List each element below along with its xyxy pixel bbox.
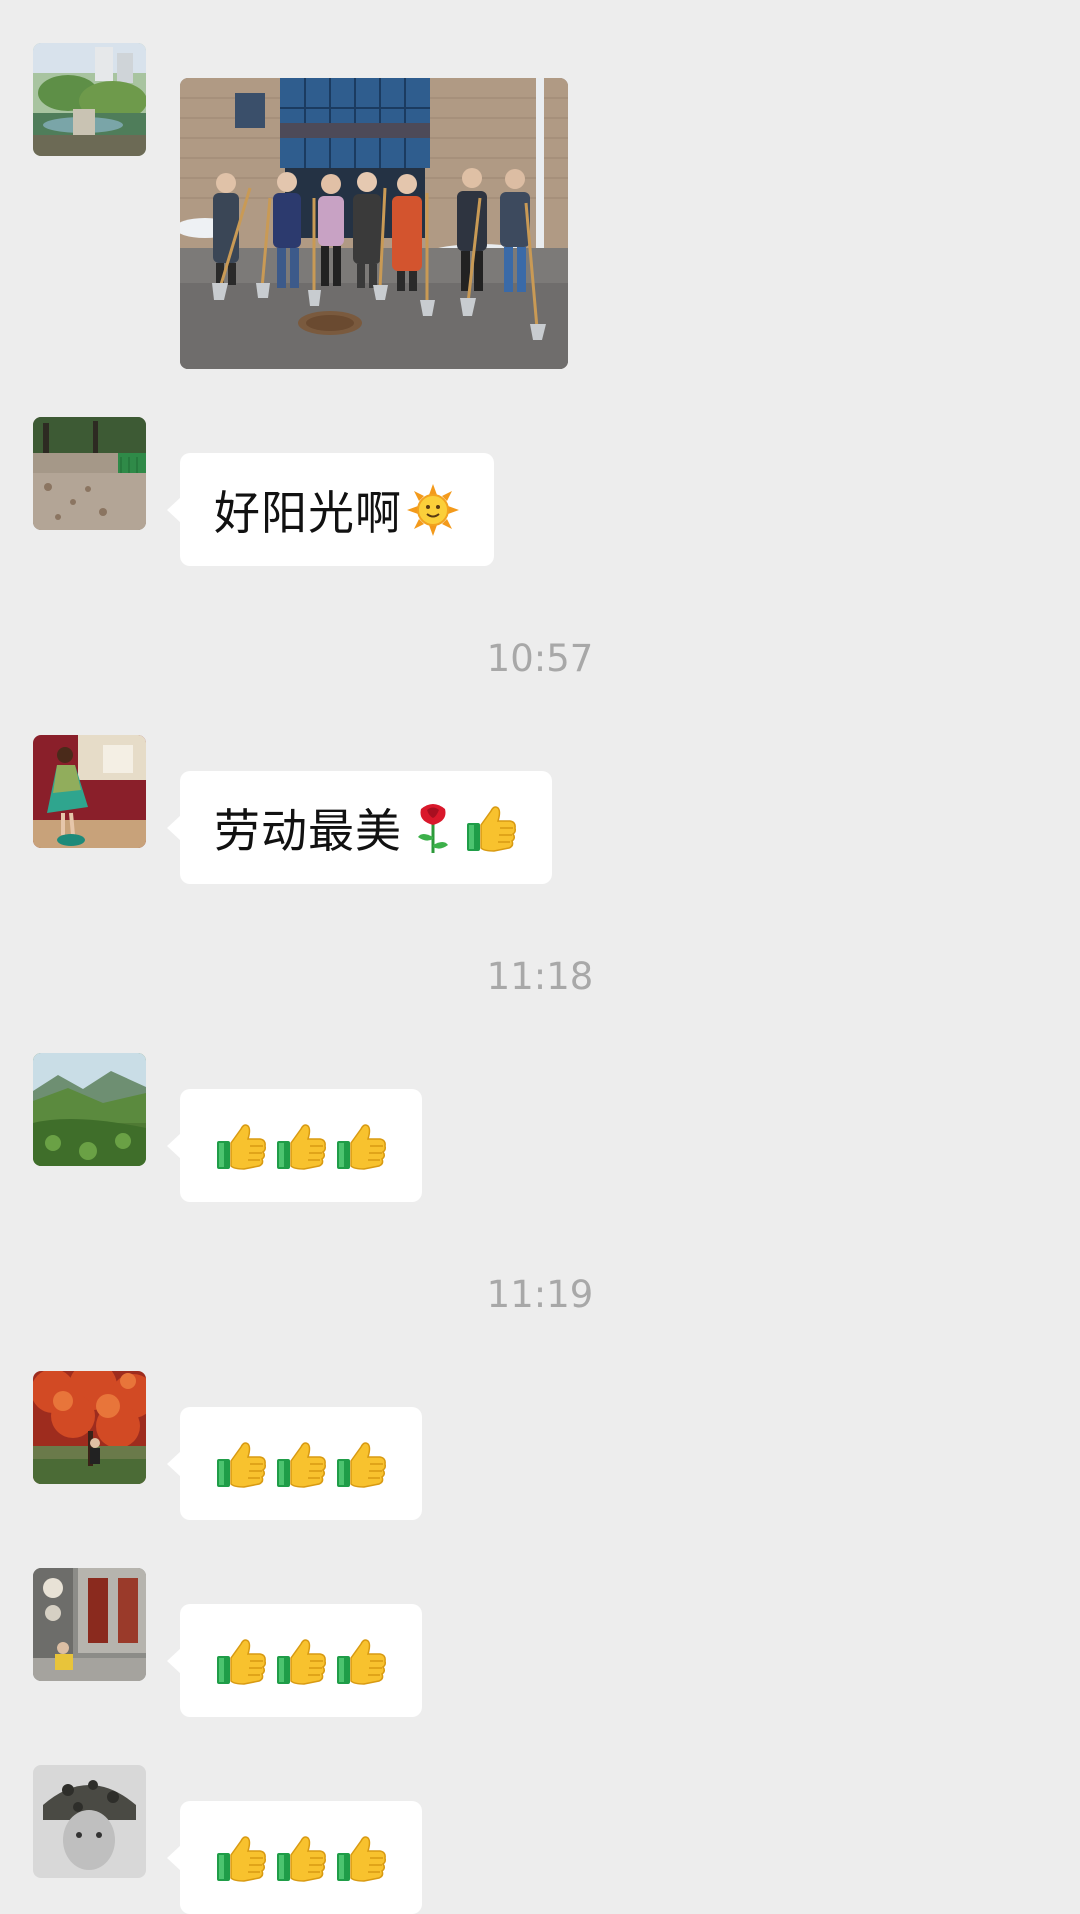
thumbs-up-emoji-icon — [214, 1831, 268, 1885]
thumbs-up-emoji-icon — [214, 1634, 268, 1688]
shared-photo[interactable] — [180, 78, 568, 369]
autumn-tree-avatar-image — [33, 1371, 146, 1484]
avatar[interactable] — [33, 1568, 146, 1681]
dancer-avatar-image — [33, 735, 146, 848]
message-bubble[interactable]: 劳动最美 — [167, 771, 552, 884]
garden-avatar-image — [33, 43, 146, 156]
avatar[interactable] — [33, 1371, 146, 1484]
thumbs-up-emoji-icon — [334, 1119, 388, 1173]
message-bubble[interactable] — [167, 1407, 422, 1520]
thumbs-group — [214, 1634, 388, 1688]
group-photo-image — [180, 78, 568, 369]
thumbs-up-emoji-icon — [214, 1119, 268, 1173]
thumbs-up-emoji-icon — [334, 1634, 388, 1688]
timestamp: 10:57 — [486, 637, 594, 680]
timestamp: 11:18 — [486, 955, 594, 998]
street-avatar-image — [33, 1568, 146, 1681]
thumbs-up-emoji-icon — [464, 801, 518, 855]
message-text: 好阳光啊 — [214, 485, 402, 540]
avatar[interactable] — [33, 43, 146, 156]
thumbs-up-emoji-icon — [214, 1437, 268, 1491]
leaves-path-avatar-image — [33, 417, 146, 530]
thumbs-up-emoji-icon — [274, 1437, 328, 1491]
message-bubble[interactable]: 好阳光啊 — [167, 453, 494, 566]
message-bubble[interactable] — [167, 1604, 422, 1717]
message-text: 劳动最美 — [214, 803, 402, 858]
message-bubble[interactable] — [167, 1801, 422, 1914]
rose-emoji-icon — [406, 801, 460, 855]
thumbs-up-emoji-icon — [274, 1634, 328, 1688]
timestamp: 11:19 — [486, 1273, 594, 1316]
chat-view: 好阳光啊 10:57 劳动最美 11:18 11:19 — [0, 0, 1080, 1914]
avatar[interactable] — [33, 735, 146, 848]
thumbs-group — [214, 1437, 388, 1491]
thumbs-group — [214, 1831, 388, 1885]
sun-emoji-icon — [406, 483, 460, 537]
thumbs-up-emoji-icon — [334, 1831, 388, 1885]
camo-hat-avatar-image — [33, 1765, 146, 1878]
thumbs-up-emoji-icon — [334, 1437, 388, 1491]
thumbs-up-emoji-icon — [274, 1831, 328, 1885]
avatar[interactable] — [33, 417, 146, 530]
avatar[interactable] — [33, 1053, 146, 1166]
thumbs-group — [214, 1119, 388, 1173]
avatar[interactable] — [33, 1765, 146, 1878]
thumbs-up-emoji-icon — [274, 1119, 328, 1173]
message-bubble[interactable] — [167, 1089, 422, 1202]
mountain-avatar-image — [33, 1053, 146, 1166]
